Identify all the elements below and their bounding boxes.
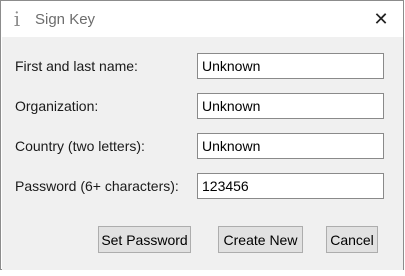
name-label: First and last name: xyxy=(15,58,138,74)
info-icon: i xyxy=(13,7,21,31)
title-bar: i Sign Key ✕ xyxy=(1,1,403,37)
password-field[interactable] xyxy=(197,173,384,199)
name-field[interactable] xyxy=(197,53,384,79)
country-field[interactable] xyxy=(197,133,384,159)
country-label: Country (two letters): xyxy=(15,138,145,154)
organization-field[interactable] xyxy=(197,93,384,119)
organization-label: Organization: xyxy=(15,98,99,114)
sign-key-dialog: i Sign Key ✕ First and last name: Organi… xyxy=(0,0,404,270)
create-new-button[interactable]: Create New xyxy=(218,226,303,253)
cancel-button[interactable]: Cancel xyxy=(326,226,378,253)
password-label: Password (6+ characters): xyxy=(15,178,179,194)
dialog-title: Sign Key xyxy=(35,11,96,28)
set-password-button[interactable]: Set Password xyxy=(98,226,191,253)
close-button[interactable]: ✕ xyxy=(369,8,393,30)
